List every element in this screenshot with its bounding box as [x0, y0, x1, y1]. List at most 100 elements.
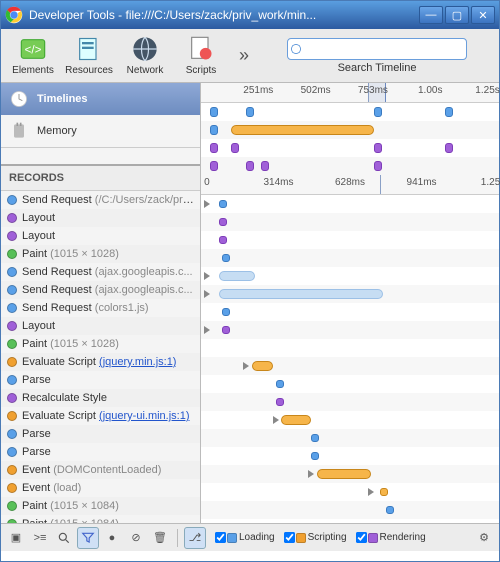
timeline-row[interactable] [201, 375, 499, 393]
dock-icon[interactable]: ▣ [5, 527, 27, 549]
timeline-row[interactable] [201, 285, 499, 303]
clear-icon[interactable]: ⊘ [125, 527, 147, 549]
record-row[interactable]: Recalculate Style [1, 389, 200, 407]
legend-rendering[interactable]: Rendering [355, 531, 426, 544]
panel-resources[interactable]: Resources [63, 35, 115, 76]
frames-icon[interactable]: ⎇ [184, 527, 206, 549]
record-dot [7, 483, 17, 493]
record-row[interactable]: Layout [1, 317, 200, 335]
timeline-row[interactable] [201, 393, 499, 411]
record-row[interactable]: Parse [1, 425, 200, 443]
expand-icon[interactable] [273, 416, 279, 424]
record-dot [7, 465, 17, 475]
record-row[interactable]: Paint (1015 × 1028) [1, 335, 200, 353]
maximize-button[interactable]: ▢ [445, 6, 469, 24]
record-icon[interactable]: ● [101, 527, 123, 549]
record-link[interactable]: (jquery-ui.min.js:1) [99, 410, 189, 422]
console-icon[interactable]: >≡ [29, 527, 51, 549]
record-dot [7, 267, 17, 277]
timeline-row[interactable] [201, 483, 499, 501]
legend: Loading Scripting Rendering [214, 531, 426, 544]
timeline-row[interactable] [201, 501, 499, 519]
record-dot [7, 339, 17, 349]
network-icon [131, 35, 159, 63]
timeline-body[interactable] [201, 195, 499, 523]
expand-icon[interactable] [204, 272, 210, 280]
minimize-button[interactable]: ― [419, 6, 443, 24]
expand-icon[interactable] [204, 326, 210, 334]
record-dot [7, 519, 17, 523]
trash-icon[interactable]: 🗑 [149, 527, 171, 549]
legend-loading[interactable]: Loading [214, 531, 275, 544]
record-row[interactable]: Event (load) [1, 479, 200, 497]
expand-icon[interactable] [204, 290, 210, 298]
timeline-row[interactable] [201, 429, 499, 447]
timeline-row[interactable] [201, 447, 499, 465]
record-row[interactable]: Send Request (ajax.googleapis.c... [1, 263, 200, 281]
subpanel-memory[interactable]: Memory [1, 115, 200, 147]
timeline-subpanels: Timelines Memory [1, 83, 200, 148]
record-dot [7, 303, 17, 313]
record-dot [7, 429, 17, 439]
record-dot [7, 321, 17, 331]
toolbar-overflow[interactable]: » [231, 45, 257, 66]
record-row[interactable]: Send Request (ajax.googleapis.c... [1, 281, 200, 299]
record-dot [7, 411, 17, 421]
timeline-row[interactable] [201, 465, 499, 483]
overview-ruler[interactable]: 251ms502ms753ms1.00s1.25s [201, 83, 499, 103]
timeline-row[interactable] [201, 321, 499, 339]
timeline-row[interactable] [201, 411, 499, 429]
expand-icon[interactable] [204, 200, 210, 208]
record-row[interactable]: Layout [1, 227, 200, 245]
panel-elements[interactable]: </> Elements [7, 35, 59, 76]
timeline-row[interactable] [201, 303, 499, 321]
search-input[interactable] [287, 38, 467, 60]
expand-icon[interactable] [368, 488, 374, 496]
records-header: RECORDS [1, 166, 200, 191]
record-row[interactable]: Evaluate Script (jquery.min.js:1) [1, 353, 200, 371]
records-ruler[interactable]: 0314ms628ms941ms1.25s [201, 175, 499, 195]
panel-scripts[interactable]: Scripts [175, 35, 227, 76]
record-dot [7, 285, 17, 295]
timeline-row[interactable] [201, 195, 499, 213]
search-icon[interactable] [53, 527, 75, 549]
record-row[interactable]: Paint (1015 × 1084) [1, 515, 200, 523]
record-dot [7, 249, 17, 259]
record-row[interactable]: Send Request (/C:/Users/zack/priv... [1, 191, 200, 209]
panel-network[interactable]: Network [119, 35, 171, 76]
record-dot [7, 357, 17, 367]
clock-icon [9, 89, 29, 109]
subpanel-timelines[interactable]: Timelines [1, 83, 200, 115]
record-dot [7, 231, 17, 241]
timeline-row[interactable] [201, 339, 499, 357]
timeline-row[interactable] [201, 231, 499, 249]
record-row[interactable]: Parse [1, 371, 200, 389]
legend-scripting[interactable]: Scripting [283, 531, 347, 544]
window-title: Developer Tools - file:///C:/Users/zack/… [29, 8, 417, 22]
record-row[interactable]: Paint (1015 × 1028) [1, 245, 200, 263]
filter-icon[interactable] [77, 527, 99, 549]
record-row[interactable]: Evaluate Script (jquery-ui.min.js:1) [1, 407, 200, 425]
elements-icon: </> [19, 35, 47, 63]
timeline-row[interactable] [201, 213, 499, 231]
expand-icon[interactable] [243, 362, 249, 370]
record-row[interactable]: Layout [1, 209, 200, 227]
record-dot [7, 213, 17, 223]
timeline-row[interactable] [201, 519, 499, 523]
chrome-icon [5, 6, 23, 24]
record-row[interactable]: Paint (1015 × 1084) [1, 497, 200, 515]
record-link[interactable]: (jquery.min.js:1) [99, 356, 176, 368]
close-button[interactable]: ✕ [471, 6, 495, 24]
record-row[interactable]: Send Request (colors1.js) [1, 299, 200, 317]
timeline-row[interactable] [201, 267, 499, 285]
overview-rows[interactable] [201, 103, 499, 175]
expand-icon[interactable] [308, 470, 314, 478]
memory-icon [9, 121, 29, 141]
timeline-row[interactable] [201, 357, 499, 375]
record-row[interactable]: Parse [1, 443, 200, 461]
record-dot [7, 393, 17, 403]
timeline-row[interactable] [201, 249, 499, 267]
record-row[interactable]: Event (DOMContentLoaded) [1, 461, 200, 479]
record-dot [7, 501, 17, 511]
gear-icon[interactable]: ⚙ [473, 527, 495, 549]
